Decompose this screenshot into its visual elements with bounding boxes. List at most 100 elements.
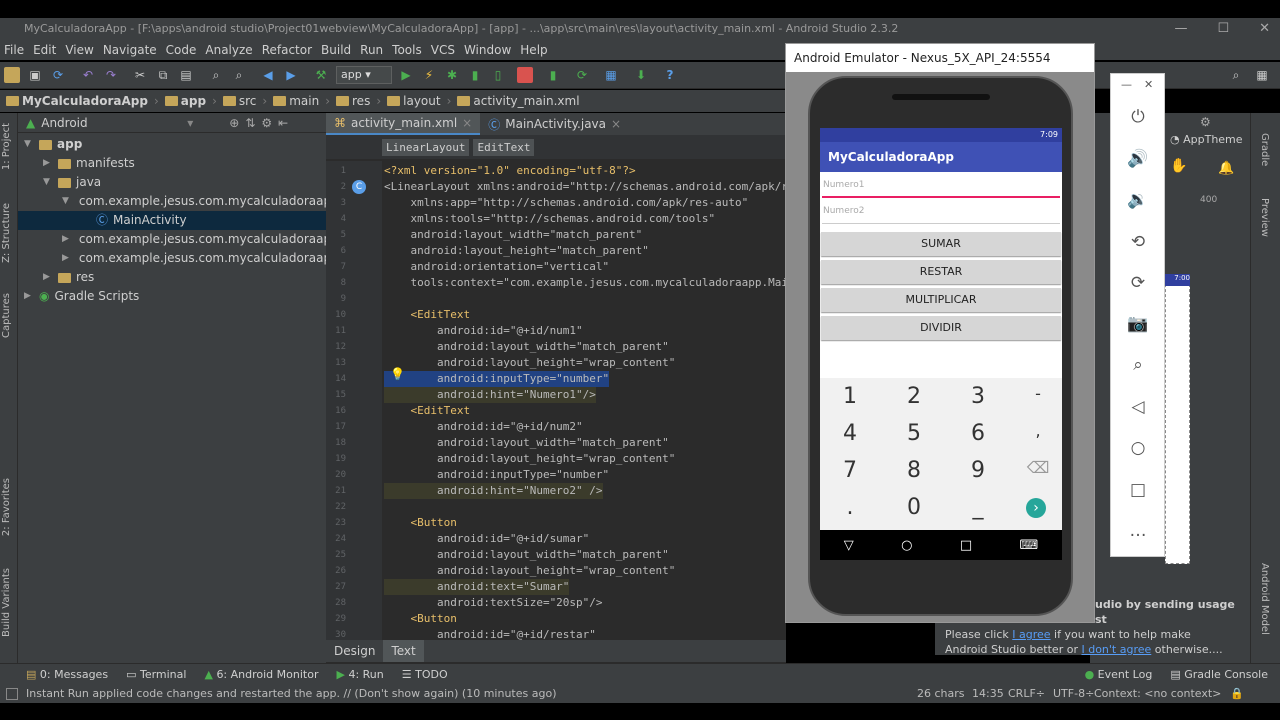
rotate-right-icon[interactable]: ⟳ — [1125, 270, 1151, 296]
menu-tools[interactable]: Tools — [392, 40, 422, 60]
keyboard-icon[interactable]: ⌨ — [1020, 538, 1039, 553]
search-everywhere-icon[interactable]: ⌕ — [1228, 67, 1244, 83]
crumb-linearlayout[interactable]: LinearLayout — [382, 138, 470, 156]
keyboard-key[interactable]: , — [1008, 421, 1062, 440]
dropdown-icon[interactable]: ▾ — [187, 116, 193, 130]
tab-captures[interactable]: Captures — [1, 293, 12, 338]
tree-item[interactable]: Ⓒ MainActivity — [18, 211, 326, 230]
keyboard-key[interactable]: 2 — [884, 384, 944, 409]
forward-icon[interactable]: ▶ — [283, 67, 299, 83]
menu-help[interactable]: Help — [520, 40, 547, 60]
replace-icon[interactable]: ⌕ — [231, 67, 247, 83]
zoom-icon[interactable]: ⌕ — [1125, 352, 1151, 378]
close-emulator-icon[interactable]: ✕ — [1144, 78, 1153, 91]
sync-icon[interactable]: ⟳ — [50, 67, 66, 83]
keyboard-key[interactable]: 4 — [820, 421, 880, 446]
tree-item[interactable]: ▼ app — [18, 135, 326, 154]
crumb-edittext[interactable]: EditText — [473, 138, 535, 156]
menu-vcs[interactable]: VCS — [431, 40, 455, 60]
ide-tool-icon[interactable]: ▦ — [1254, 67, 1270, 83]
keyboard-key[interactable]: 8 — [884, 458, 944, 483]
tree-item[interactable]: ▼ com.example.jesus.com.mycalculadoraapp — [18, 192, 326, 211]
numero2-input[interactable]: Numero2 — [822, 198, 1060, 224]
expand-arrow-icon[interactable]: ▼ — [62, 192, 69, 211]
redo-icon[interactable]: ↷ — [103, 67, 119, 83]
tab-design[interactable]: Design — [326, 640, 383, 662]
lightbulb-icon[interactable]: 💡 — [390, 367, 405, 381]
tab-event-log[interactable]: ● Event Log — [1085, 668, 1153, 681]
sdk-manager-icon[interactable]: ⬇ — [633, 67, 649, 83]
context-indicator[interactable]: Context: <no context> — [1094, 685, 1221, 703]
open-folder-icon[interactable] — [4, 67, 20, 83]
tree-item[interactable]: ▶ res — [18, 268, 326, 287]
tab-messages[interactable]: ▤ 0: Messages — [26, 668, 108, 681]
tab-favorites[interactable]: 2: Favorites — [1, 478, 12, 536]
tree-item[interactable]: ▼ java — [18, 173, 326, 192]
keyboard-key[interactable]: 9 — [948, 458, 1008, 483]
volume-down-icon[interactable]: 🔉 — [1125, 187, 1151, 213]
expand-arrow-icon[interactable]: ▶ — [43, 268, 53, 287]
home-nav-icon[interactable]: ○ — [901, 538, 912, 553]
class-gutter-icon[interactable]: C — [352, 180, 366, 194]
cursor-position[interactable]: 14:35 — [972, 685, 1004, 703]
breadcrumb-item[interactable]: src — [222, 94, 256, 108]
menu-analyze[interactable]: Analyze — [205, 40, 252, 60]
copy-icon[interactable]: ⧉ — [155, 67, 171, 83]
keyboard-key[interactable]: 7 — [820, 458, 880, 483]
back-nav-icon[interactable]: ▽ — [844, 538, 854, 553]
tab-project[interactable]: 1: Project — [1, 123, 12, 170]
tree-item[interactable]: ▶ com.example.jesus.com.mycalculadoraapp … — [18, 230, 326, 249]
menu-edit[interactable]: Edit — [33, 40, 56, 60]
debug-icon[interactable]: ✱ — [444, 67, 460, 83]
tab-run[interactable]: ▶ 4: Run — [336, 668, 383, 681]
project-view-select[interactable]: Android — [41, 116, 181, 130]
attach-debugger-icon[interactable]: ▯ — [490, 67, 506, 83]
preview-gear-icon[interactable]: ⚙ — [1200, 115, 1211, 129]
stop-icon[interactable] — [517, 67, 533, 83]
back-icon[interactable]: ◀ — [260, 67, 276, 83]
back-icon[interactable]: ◁ — [1125, 394, 1151, 420]
bell-icon[interactable]: 🔔 — [1218, 161, 1234, 176]
tree-item[interactable]: ▶ manifests — [18, 154, 326, 173]
close-tab-icon[interactable]: × — [462, 116, 472, 130]
breadcrumb-item[interactable]: res — [336, 94, 370, 108]
maximize-icon[interactable]: ☐ — [1217, 18, 1229, 40]
line-separator[interactable]: CRLF÷ — [1008, 685, 1045, 703]
keyboard-key[interactable]: _ — [948, 495, 1008, 520]
keyboard-key[interactable]: › — [1026, 498, 1046, 518]
keyboard-key[interactable]: 3 — [948, 384, 1008, 409]
save-icon[interactable]: ▣ — [27, 67, 43, 83]
camera-icon[interactable]: 📷 — [1125, 311, 1151, 337]
keyboard-key[interactable]: 6 — [948, 421, 1008, 446]
tab-build-variants[interactable]: Build Variants — [1, 568, 12, 637]
close-tab-icon[interactable]: × — [611, 117, 621, 131]
target-icon[interactable]: ⊕ — [229, 116, 239, 130]
menu-run[interactable]: Run — [360, 40, 383, 60]
expand-arrow-icon[interactable]: ▶ — [24, 287, 34, 306]
tab-android-model[interactable]: Android Model — [1259, 563, 1270, 635]
expand-arrow-icon[interactable]: ▶ — [62, 249, 69, 268]
project-structure-icon[interactable]: ▦ — [603, 67, 619, 83]
apply-changes-icon[interactable]: ⚡ — [421, 67, 437, 83]
find-icon[interactable]: ⌕ — [208, 67, 224, 83]
minimize-emulator-icon[interactable]: — — [1121, 78, 1132, 91]
volume-up-icon[interactable]: 🔊 — [1125, 146, 1151, 172]
menu-view[interactable]: View — [65, 40, 93, 60]
more-icon[interactable]: … — [1125, 518, 1151, 544]
keyboard-key[interactable]: . — [820, 495, 880, 520]
keyboard-key[interactable]: 0 — [884, 495, 944, 520]
avd-manager-icon[interactable]: ▮ — [545, 67, 561, 83]
breadcrumb-item[interactable]: app — [164, 94, 206, 108]
breadcrumb-item[interactable]: activity_main.xml — [457, 94, 580, 108]
file-encoding[interactable]: UTF-8÷ — [1053, 685, 1094, 703]
run-config-select[interactable]: app ▾ — [336, 66, 392, 84]
overview-icon[interactable]: □ — [1125, 477, 1151, 503]
close-icon[interactable]: ✕ — [1259, 18, 1270, 40]
tab-text[interactable]: Text — [383, 640, 424, 662]
theme-selector[interactable]: ◔ AppTheme — [1170, 133, 1243, 146]
status-toggle-icon[interactable] — [6, 688, 18, 700]
breadcrumb-item[interactable]: main — [273, 94, 319, 108]
breadcrumb-item[interactable]: MyCalculadoraApp — [6, 94, 148, 108]
breadcrumb-item[interactable]: layout — [387, 94, 441, 108]
paste-icon[interactable]: ▤ — [178, 67, 194, 83]
